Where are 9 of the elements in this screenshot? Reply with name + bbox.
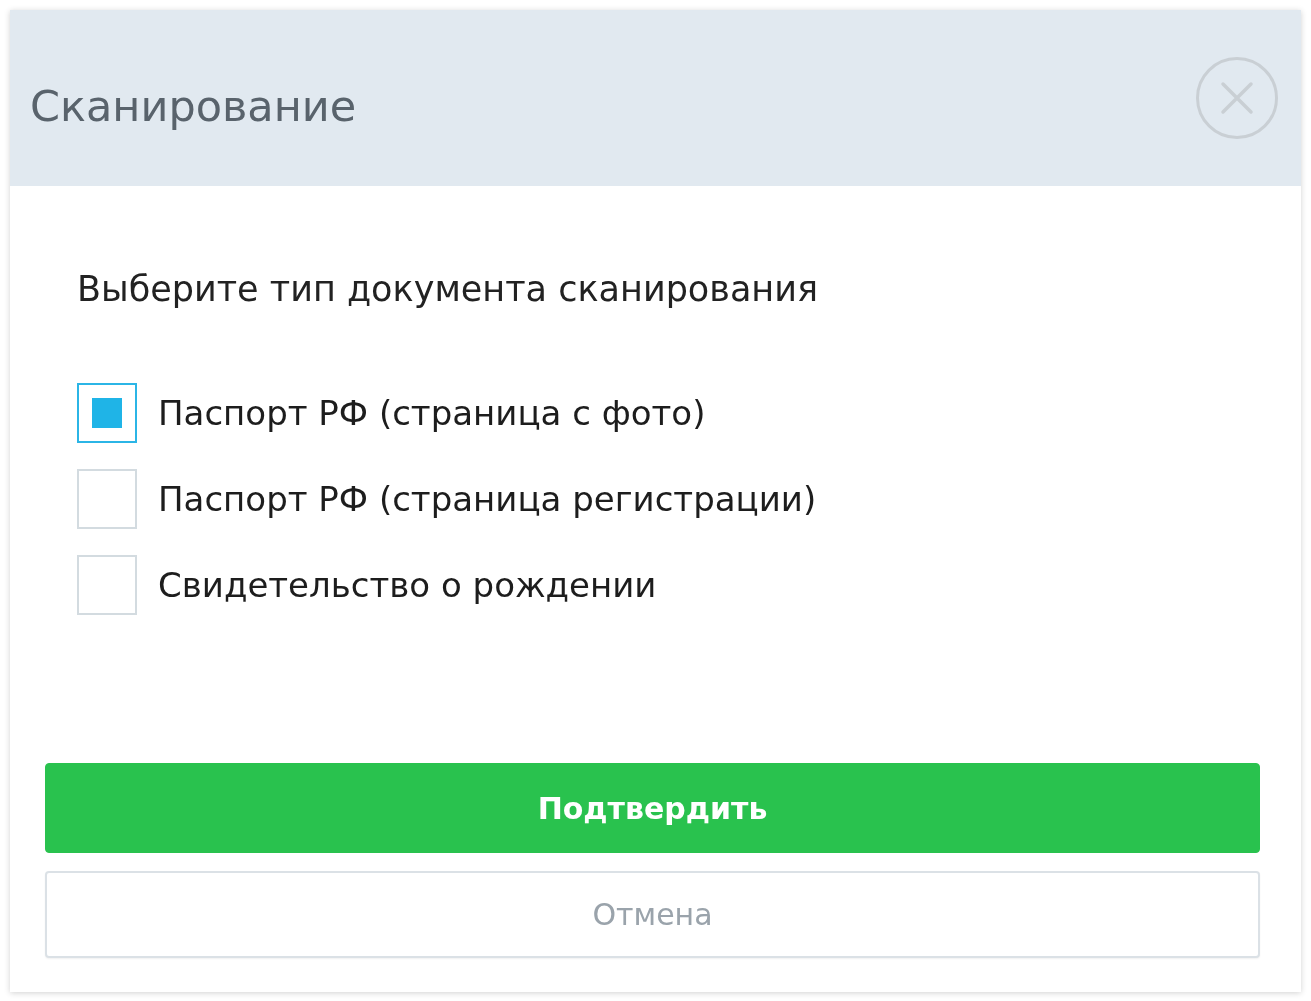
dialog-title: Сканирование (30, 81, 357, 133)
prompt-text: Выберите тип документа сканирования (77, 268, 819, 310)
checkbox[interactable] (77, 383, 137, 443)
checkbox-label[interactable]: Свидетельство о рождении (158, 564, 657, 606)
close-icon[interactable] (1196, 57, 1278, 139)
checkbox-label[interactable]: Паспорт РФ (страница регистрации) (158, 478, 817, 520)
checkbox[interactable] (77, 469, 137, 529)
checkbox-label[interactable]: Паспорт РФ (страница с фото) (158, 392, 706, 434)
checkbox[interactable] (77, 555, 137, 615)
